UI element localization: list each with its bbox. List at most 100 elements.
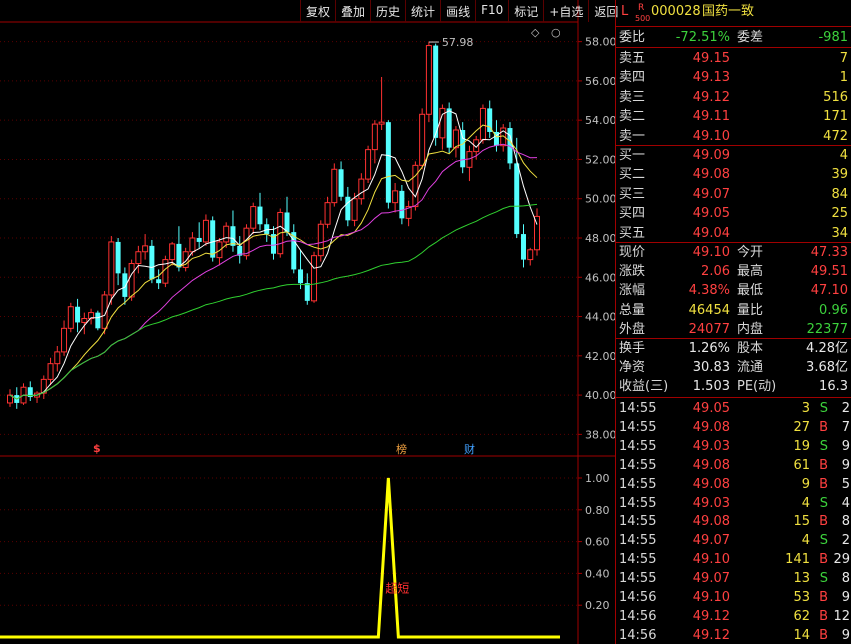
candle-body-up [169,243,176,261]
level-volume: 39 [831,167,848,183]
fundamental-label: 股本 [737,341,764,356]
fundamental-label: 收益(三) [619,379,669,395]
kline-chart-area[interactable]: 58.00 56.00 54.00 52.00 50.00 48.00 46.00 44.00… [0,0,615,644]
candle-body-up [216,241,223,259]
tick-row[interactable]: 14:55 49.03 19 S 9 [616,437,851,456]
order-ratio-row: 委比 -72.51% 委差 -981 [616,28,851,47]
kline-chart[interactable]: 58.00 56.00 54.00 52.00 50.00 48.00 46.00 44.00… [0,0,615,644]
toolbar-button-5[interactable]: F10 [475,0,508,22]
tick-row[interactable]: 14:56 49.12 62 B 12 [616,607,851,626]
mode-indicator[interactable]: L [621,2,628,21]
tick-row[interactable]: 14:55 49.07 4 S 2 [616,531,851,550]
tick-row[interactable]: 14:56 49.10 53 B 9 [616,588,851,607]
fundamental-label: 流通 [737,360,764,376]
toolbar-button-2[interactable]: 历史 [370,0,405,22]
tick-price: 49.08 [692,476,730,492]
ma10-line [9,124,538,400]
fundamental-value: 30.83 [692,360,730,376]
level-volume: 34 [831,225,848,241]
candle-body-down [514,163,520,235]
level-label: 卖三 [619,89,646,105]
tick-side: B [819,608,828,624]
fundamental-value: 1.26% [688,341,730,356]
toolbar-button-1[interactable]: 叠加 [335,0,370,22]
quote-value: 49.10 [692,245,730,260]
fundamental-value: 16.3 [819,379,848,395]
level-volume: 4 [839,148,848,163]
candle-body-up [527,249,534,261]
tick-volume: 19 [793,438,810,454]
asks-row[interactable]: 卖四 49.13 1 [616,68,851,87]
level-volume: 25 [831,206,848,222]
stock-code: 000028 [651,4,701,19]
tick-count: 2 [841,401,850,416]
tick-row[interactable]: 14:55 49.10 141 B 29 [616,550,851,569]
tick-row[interactable]: 14:55 49.07 13 S 8 [616,569,851,588]
toolbar-button-7[interactable]: +自选 [543,0,588,22]
candle-body-up [452,129,459,149]
tick-side: B [819,419,828,435]
toolbar-button-0[interactable]: 复权 [300,0,335,22]
tick-price: 49.07 [692,533,730,549]
level-price: 49.15 [692,51,730,66]
candle-body-down [196,238,202,242]
asks-row[interactable]: 卖一 49.10 472 [616,127,851,146]
toolbar-button-4[interactable]: 画线 [440,0,475,22]
candle-body-up [67,306,74,329]
candle-body-up [425,45,432,115]
tick-count: 9 [841,627,850,643]
tick-count: 9 [841,457,850,473]
tick-row[interactable]: 14:55 49.03 4 S 4 [616,494,851,513]
bids-row[interactable]: 买三 49.07 84 [616,185,851,204]
asks-row[interactable]: 卖五 49.15 7 [616,49,851,68]
candle-body-down [520,234,526,260]
fundamental-value: 3.68亿 [806,360,848,376]
tick-count: 2 [841,533,850,549]
tick-row[interactable]: 14:55 49.08 9 B 5 [616,475,851,494]
candle-body-down [304,283,310,301]
tick-side: B [819,590,828,605]
price-tick-label: 52.00 [585,153,615,166]
tick-volume: 15 [793,514,810,530]
candle-body-up [311,255,318,302]
candle-body-up [250,206,257,229]
quote-label: 今开 [737,245,764,260]
level-label: 卖四 [619,70,646,86]
ranking-marker: 榜 [396,442,407,456]
toolbar-button-6[interactable]: 标记 [508,0,543,22]
candle-body-down [399,190,405,219]
indicator-tick-label: 0.80 [585,504,610,517]
candle-body-up [378,121,385,125]
tick-price: 49.10 [692,590,730,605]
quote-label: 涨幅 [619,283,646,299]
stock-name: 国药一致 [702,4,755,19]
tick-row[interactable]: 14:55 49.05 3 S 2 [616,399,851,418]
candle-body-down [257,206,263,225]
max-price-label: 57.98 [442,36,474,49]
tick-time: 14:56 [619,590,657,605]
tick-row[interactable]: 14:56 49.12 14 B 9 [616,626,851,644]
quote-value: 4.38% [688,283,730,299]
quote-label: 外盘 [619,321,646,337]
tick-row[interactable]: 14:55 49.08 27 B 7 [616,418,851,437]
bids-row[interactable]: 买二 49.08 39 [616,165,851,184]
candle-body-down [298,269,304,284]
candle-body-down [210,220,216,258]
level-price: 49.11 [692,109,730,125]
toolbar-button-3[interactable]: 统计 [405,0,440,22]
candle-body-up [128,263,135,298]
indicator-label: 超短 [385,580,409,595]
tick-price: 49.03 [692,495,730,511]
candle-body-down [176,243,182,268]
quote-value: 24077 [688,321,730,337]
level-label: 买一 [619,148,646,163]
tick-row[interactable]: 14:55 49.08 61 B 9 [616,456,851,475]
bids-row[interactable]: 买五 49.04 34 [616,224,851,243]
asks-row[interactable]: 卖三 49.12 516 [616,88,851,107]
asks-row[interactable]: 卖二 49.11 171 [616,107,851,126]
fundamental-value: 4.28亿 [806,341,848,356]
bids-row[interactable]: 买一 49.09 4 [616,146,851,165]
bids-row[interactable]: 买四 49.05 25 [616,204,851,223]
candle-body-down [385,122,391,203]
tick-row[interactable]: 14:55 49.08 15 B 8 [616,512,851,531]
